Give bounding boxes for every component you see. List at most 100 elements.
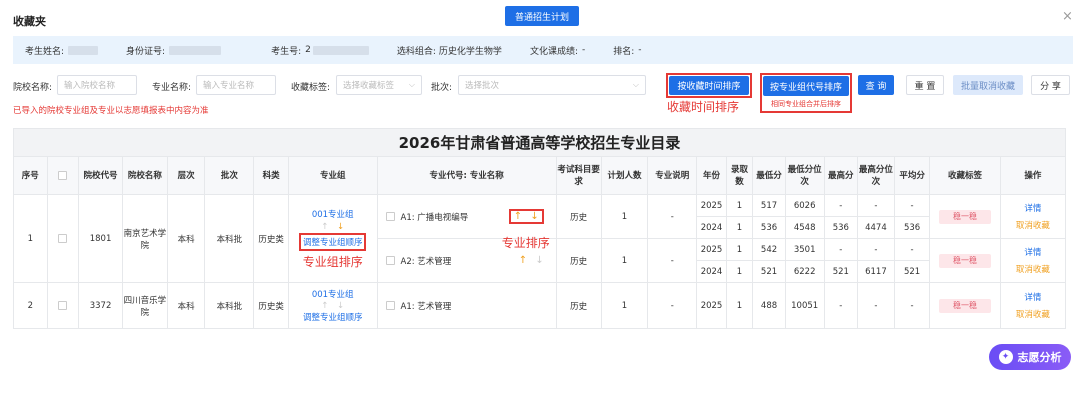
cell-seq: 1 [13,194,48,283]
major-up-arrow-icon[interactable]: ↑ [519,255,527,266]
volunteer-analysis-button[interactable]: ✦ 志愿分析 [989,344,1071,370]
col-note: 专业说明 [647,156,698,195]
unfavorite-link[interactable]: 取消收藏 [1001,219,1065,231]
cell-level: 本科 [166,282,206,329]
share-button[interactable]: 分 享 [1031,75,1070,95]
cell-admit-count: 1 [725,238,754,261]
cell-max-score: 521 [823,260,859,283]
cell-year: 2024 [696,260,727,283]
select-all-checkbox[interactable] [58,170,68,180]
cell-admit-count: 1 [725,282,754,329]
cell-plan: 1 [600,238,649,283]
cell-actions: 详情 取消收藏 [999,238,1067,283]
cell-admit-count: 1 [725,216,754,239]
cell-avg-score: - [893,194,931,217]
table-header-row: 序号 院校代号 院校名称 层次 批次 科类 专业组 专业代号: 专业名称 考试科… [13,156,1067,195]
batch-cancel-button[interactable]: 批量取消收藏 [953,75,1023,95]
cell-min-rank: 6222 [784,260,825,283]
plan-type-tab[interactable]: 普通招生计划 [505,6,579,26]
favorite-tag[interactable]: 稳一稳 [939,209,992,224]
subjects-value: 历史化学生物学 [438,46,502,57]
cell-checkbox[interactable] [46,282,80,329]
school-input[interactable]: 输入院校名称 [57,75,137,95]
cell-min-score: 521 [752,260,786,283]
group-sort-annotation: 专业组排序 [302,254,363,269]
major-checkbox[interactable] [385,301,395,310]
major-name: A1: 广播电视编导 [400,212,469,223]
major-up-arrow-icon[interactable]: ↑ [514,211,522,222]
detail-link[interactable]: 详情 [1001,202,1065,214]
col-year: 年份 [696,156,727,195]
cell-category: 历史类 [253,282,289,329]
search-button[interactable]: 查 询 [858,75,894,95]
major-checkbox[interactable] [385,256,395,265]
exam-no-label: 考生号: [271,46,302,57]
sort-time-highlight: 按收藏时间排序 [666,73,752,98]
adjust-group-order-link[interactable]: 调整专业组顺序 [303,238,363,248]
row-checkbox[interactable] [58,233,68,243]
favorite-tag[interactable]: 稳一稳 [939,298,992,313]
batch-select[interactable]: 选择批次 ⌵ [458,75,646,95]
cell-tag: 稳一稳 [929,238,1001,283]
cell-major: A1: 广播电视编导 ↑ ↓ 专业排序 [376,194,557,250]
group-link[interactable]: 001专业组 [289,208,377,220]
group-adjust-highlight: 调整专业组顺序 [298,232,367,251]
major-item: A1: 广播电视编导 ↑ ↓ [378,209,556,224]
col-plan: 计划人数 [600,156,649,195]
cell-category: 历史类 [253,194,289,283]
exam-no-mask [312,45,369,55]
batch-filter-label: 批次: [431,83,453,93]
group-up-arrow-icon[interactable]: ↑ [321,301,328,311]
cell-year: 2025 [696,194,727,217]
detail-link[interactable]: 详情 [1001,291,1065,303]
cell-min-score: 517 [752,194,786,217]
cell-max-rank: - [857,282,895,329]
cell-note: - [647,194,698,239]
cell-avg-score: 536 [893,216,931,239]
close-icon[interactable]: × [1062,9,1073,24]
col-select-all[interactable] [46,156,80,195]
group-down-arrow-icon[interactable]: ↓ [337,222,344,232]
row-checkbox[interactable] [58,300,68,310]
cell-school-code: 3372 [78,282,123,329]
tag-select[interactable]: 选择收藏标签 ⌵ [336,75,422,95]
favorites-table: 序号 院校代号 院校名称 层次 批次 科类 专业组 专业代号: 专业名称 考试科… [13,156,1067,329]
sort-by-group-button[interactable]: 按专业组代号排序 [763,76,849,96]
cell-avg-score: - [893,282,931,329]
group-down-arrow-icon[interactable]: ↓ [337,301,344,311]
cell-year: 2024 [696,216,727,239]
col-school-code: 院校代号 [78,156,123,195]
adjust-group-order-link[interactable]: 调整专业组顺序 [289,311,377,323]
tag-select-placeholder: 选择收藏标签 [343,81,395,91]
col-admit-count: 录取数 [725,156,754,195]
cell-school-name: 南京艺术学院 [121,194,168,283]
cell-actions: 详情 取消收藏 [999,194,1067,239]
sort-by-time-button[interactable]: 按收藏时间排序 [669,76,749,95]
group-link[interactable]: 001专业组 [289,288,377,300]
name-label: 考生姓名: [25,46,65,57]
col-category: 科类 [253,156,289,195]
cell-plan: 1 [600,282,649,329]
detail-link[interactable]: 详情 [1001,246,1065,258]
favorite-tag[interactable]: 稳一稳 [939,253,992,268]
reset-button[interactable]: 重 置 [906,75,944,95]
cell-plan: 1 [600,194,649,239]
cell-batch: 本科批 [204,194,255,283]
candidate-name: 考生姓名: [25,44,99,57]
col-level: 层次 [166,156,206,195]
cell-checkbox[interactable] [46,194,80,283]
group-up-arrow-icon[interactable]: ↑ [321,222,328,232]
cell-max-score: 536 [823,216,859,239]
major-checkbox[interactable] [385,212,395,221]
col-avg-score: 平均分 [893,156,931,195]
cell-max-rank: - [857,194,895,217]
major-input[interactable]: 输入专业名称 [196,75,276,95]
cell-school-name: 四川音乐学院 [121,282,168,329]
major-down-arrow-icon[interactable]: ↓ [530,211,538,222]
chevron-down-icon: ⌵ [408,80,415,89]
unfavorite-link[interactable]: 取消收藏 [1001,308,1065,320]
table-title: 2026年甘肃省普通高等学校招生专业目录 [13,128,1066,156]
unfavorite-link[interactable]: 取消收藏 [1001,263,1065,275]
major-down-arrow-icon[interactable]: ↓ [535,255,543,266]
cell-min-rank: 3501 [784,238,825,261]
